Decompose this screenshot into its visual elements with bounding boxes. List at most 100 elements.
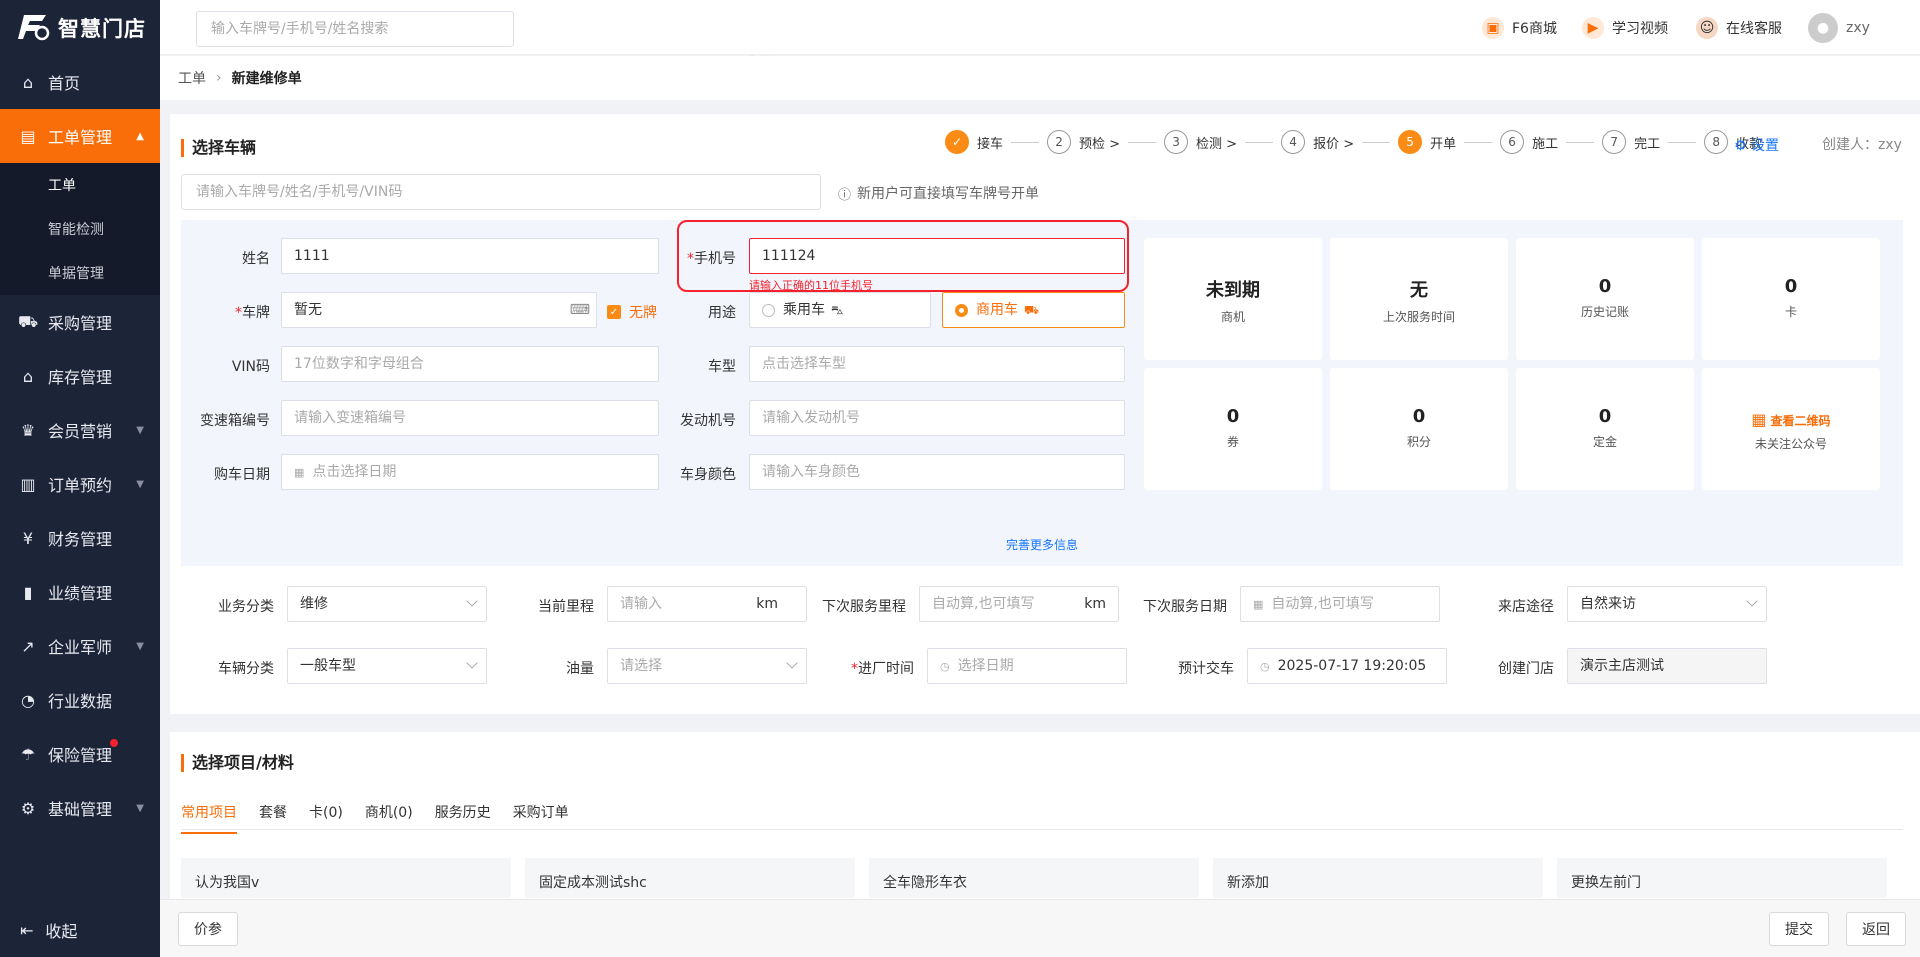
home-icon: ⌂ <box>22 72 34 92</box>
sidebar-item-performance[interactable]: ▮ 业绩管理 <box>0 565 160 619</box>
collapse-sidebar-button[interactable]: ⇤ 收起 <box>0 903 160 957</box>
plate-field[interactable]: 暂无 ⌨ <box>281 292 597 328</box>
model-field[interactable]: 点击选择车型 <box>749 346 1125 382</box>
gearbox-field[interactable]: 请输入变速箱编号 <box>281 400 659 436</box>
learning-video-link[interactable]: ▶ 学习视频 <box>1582 17 1668 39</box>
no-plate-checkbox[interactable]: ✓ 无牌 <box>607 302 657 322</box>
section-title-vehicle: 选择车辆 <box>181 139 256 157</box>
app-logo[interactable]: 智慧门店 <box>0 0 160 55</box>
step-label: 报价 > <box>1313 136 1355 152</box>
store-label: 创建门店 <box>1498 661 1554 677</box>
step-5: 5 开单 <box>1398 130 1500 154</box>
next-mileage-label: 下次服务里程 <box>822 599 906 615</box>
step-number: 6 <box>1500 130 1525 154</box>
back-button[interactable]: 返回 <box>1846 912 1906 946</box>
radio-icon <box>762 303 775 317</box>
more-info-link[interactable]: 完善更多信息 <box>181 536 1903 553</box>
online-service-label: 在线客服 <box>1726 21 1782 37</box>
mileage-field[interactable]: 请输入 km <box>607 586 807 622</box>
phone-field[interactable]: 111124 <box>749 238 1125 274</box>
chevron-down-icon: ▼ <box>136 424 144 436</box>
stat-history-account[interactable]: 0 历史记账 <box>1516 238 1694 360</box>
item-card[interactable]: 新添加 <box>1213 858 1543 898</box>
keyboard-icon[interactable]: ⌨ <box>570 293 590 327</box>
sidebar-item-basic[interactable]: ⚙ 基础管理 ▼ <box>0 781 160 835</box>
new-user-hint: ⓘ 新用户可直接填写车牌号开单 <box>838 183 1039 203</box>
vehicle-search-input[interactable]: 请输入车牌号/姓名/手机号/VIN码 <box>181 174 821 210</box>
item-card[interactable]: 认为我国v <box>181 858 511 898</box>
gauge-icon: ◔ <box>21 690 35 710</box>
sidebar-item-finance[interactable]: ¥ 财务管理 <box>0 511 160 565</box>
color-field[interactable]: 请输入车身颜色 <box>749 454 1125 490</box>
sidebar-item-advisor[interactable]: ↗ 企业军师 ▼ <box>0 619 160 673</box>
stat-points[interactable]: 0 积分 <box>1330 368 1508 490</box>
view-qrcode-link[interactable]: ▦ 查看二维码 <box>1702 410 1880 429</box>
buy-date-field[interactable]: ▦ 点击选择日期 <box>281 454 659 490</box>
store-field: 演示主店测试 <box>1567 648 1767 684</box>
hint-text: 新用户可直接填写车牌号开单 <box>857 186 1040 202</box>
price-reference-button[interactable]: 价参 <box>178 912 238 946</box>
next-mileage-field[interactable]: 自动算,也可填写 km <box>919 586 1119 622</box>
sidebar-item-member[interactable]: ♛ 会员营销 ▼ <box>0 403 160 457</box>
usage-passenger-radio[interactable]: 乘用车 ⛍ <box>749 292 931 328</box>
stat-last-service[interactable]: 无上次服务时间 <box>1330 238 1508 360</box>
sidebar-item-booking[interactable]: ▥ 订单预约 ▼ <box>0 457 160 511</box>
username: zxy <box>1846 20 1870 36</box>
logo-icon <box>18 14 50 40</box>
item-card[interactable]: 更换左前门 <box>1557 858 1887 898</box>
name-field[interactable]: 1111 <box>281 238 659 274</box>
sidebar-item-insurance[interactable]: ☂ 保险管理 <box>0 727 160 781</box>
qrcode-icon: ▦ <box>1751 410 1767 429</box>
breadcrumb-parent[interactable]: 工单 <box>178 68 206 88</box>
breadcrumb: 工单 › 新建维修单 <box>160 56 1920 100</box>
biz-select[interactable]: 维修 <box>287 586 487 622</box>
item-card[interactable]: 固定成本测试shc <box>525 858 855 898</box>
crown-icon: ♛ <box>20 420 36 440</box>
cart-icon: ⛟ <box>17 311 39 331</box>
color-label: 车身颜色 <box>680 467 736 483</box>
f6-mall-link[interactable]: ▣ F6商城 <box>1482 17 1557 39</box>
stat-card[interactable]: 0卡 <box>1702 238 1880 360</box>
sidebar-item-label: 财务管理 <box>48 530 113 549</box>
engine-field[interactable]: 请输入发动机号 <box>749 400 1125 436</box>
store-icon: ▣ <box>1482 17 1504 39</box>
stat-qrcode[interactable]: ▦ 查看二维码 未关注公众号 <box>1702 368 1880 490</box>
step-4[interactable]: 4 报价 > <box>1281 130 1398 154</box>
step-number: 5 <box>1398 130 1423 154</box>
oil-select[interactable]: 请选择 <box>607 648 807 684</box>
item-card[interactable]: 全车隐形车衣 <box>869 858 1199 898</box>
source-select[interactable]: 自然来访 <box>1567 586 1767 622</box>
sidebar-item-label: 基础管理 <box>48 800 113 819</box>
user-menu[interactable]: ● zxy <box>1808 13 1870 43</box>
umbrella-icon: ☂ <box>20 744 36 764</box>
sidebar-subitem-workorder[interactable]: 工单 <box>0 163 160 207</box>
step-2[interactable]: 2 预检 > <box>1047 130 1164 154</box>
stat-deposit[interactable]: 0 定金 <box>1516 368 1694 490</box>
step-1: ✓ 接车 <box>945 130 1047 154</box>
sidebar-subitem-documents[interactable]: 单据管理 <box>0 251 160 295</box>
buy-date-label: 购车日期 <box>214 467 270 483</box>
entry-time-field[interactable]: ◷ 选择日期 <box>927 648 1127 684</box>
vehicle-class-select[interactable]: 一般车型 <box>287 648 487 684</box>
topbar: 输入车牌号/手机号/姓名搜索 ▣ F6商城 ▶ 学习视频 ☺ 在线客服 ● zxy <box>160 0 1920 55</box>
online-service-link[interactable]: ☺ 在线客服 <box>1696 17 1782 39</box>
sidebar-subitem-smart-check[interactable]: 智能检测 <box>0 207 160 251</box>
delivery-field[interactable]: ◷ 2025-07-17 19:20:05 <box>1247 648 1447 684</box>
sidebar-item-industry[interactable]: ◔ 行业数据 <box>0 673 160 727</box>
sidebar-item-home[interactable]: ⌂ 首页 <box>0 55 160 109</box>
submit-button[interactable]: 提交 <box>1769 912 1829 946</box>
breadcrumb-current: 新建维修单 <box>231 71 302 87</box>
global-search-input[interactable]: 输入车牌号/手机号/姓名搜索 <box>196 11 514 47</box>
agent-avatar-icon: ☺ <box>1696 17 1718 39</box>
step-number: 3 <box>1164 130 1189 154</box>
sidebar-item-workorder[interactable]: ▤ 工单管理 ▲ <box>0 109 160 163</box>
vin-field[interactable]: 17位数字和字母组合 <box>281 346 659 382</box>
usage-commercial-radio[interactable]: 商用车 ⛟ <box>942 292 1125 328</box>
stat-opportunity[interactable]: 未到期 商机 <box>1144 238 1322 360</box>
settings-link[interactable]: ⚙ 设置 <box>1734 135 1779 155</box>
step-3[interactable]: 3 检测 > <box>1164 130 1281 154</box>
sidebar-item-inventory[interactable]: ⌂ 库存管理 <box>0 349 160 403</box>
stat-coupon[interactable]: 0券 <box>1144 368 1322 490</box>
next-date-field[interactable]: ▦ 自动算,也可填写 <box>1240 586 1440 622</box>
sidebar-item-purchase[interactable]: ⛟ 采购管理 <box>0 295 160 349</box>
